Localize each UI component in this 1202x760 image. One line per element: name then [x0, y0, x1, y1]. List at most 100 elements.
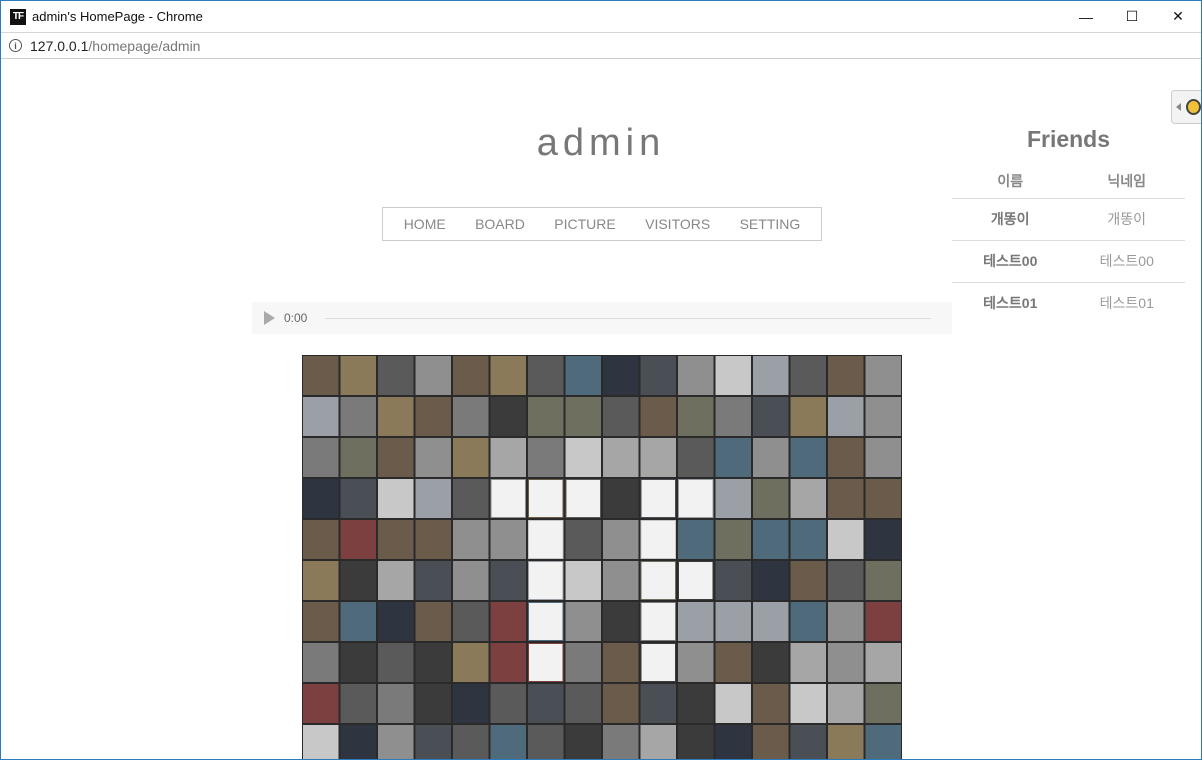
mosaic-tile [790, 397, 826, 436]
mosaic-tile [603, 643, 639, 682]
mosaic-tile [490, 643, 526, 682]
mosaic-tile [753, 684, 789, 723]
picture-mosaic [303, 356, 901, 759]
mosaic-tile [340, 643, 376, 682]
mosaic-tile [865, 356, 901, 395]
mosaic-tile [378, 725, 414, 759]
mosaic-tile [603, 725, 639, 759]
mosaic-tile [828, 684, 864, 723]
friend-row[interactable]: 테스트00 테스트00 [952, 240, 1185, 283]
mosaic-tile [790, 438, 826, 477]
mosaic-tile [715, 356, 751, 395]
mosaic-tile [340, 602, 376, 641]
mosaic-tile [640, 684, 676, 723]
friend-name[interactable]: 테스트01 [952, 282, 1069, 324]
mosaic-tile [490, 684, 526, 723]
main-picture [302, 355, 902, 759]
mosaic-tile [753, 725, 789, 759]
mosaic-tile [790, 684, 826, 723]
mosaic-tile [640, 397, 676, 436]
mosaic-tile [303, 602, 339, 641]
mosaic-tile [865, 520, 901, 559]
mosaic-tile [678, 725, 714, 759]
friend-row[interactable]: 테스트01 테스트01 [952, 282, 1185, 324]
nav-setting[interactable]: SETTING [740, 216, 801, 232]
play-icon[interactable] [264, 311, 275, 325]
friend-nickname: 테스트01 [1099, 295, 1154, 312]
mosaic-tile [303, 725, 339, 759]
friends-table: 이름 닉네임 개똥이 개똥이 테스트00 테스트00 테스트01 테스트01 [952, 164, 1185, 324]
nav-picture[interactable]: PICTURE [554, 216, 615, 232]
mosaic-tile [565, 602, 601, 641]
mosaic-tile [715, 643, 751, 682]
mosaic-tile [453, 438, 489, 477]
mosaic-tile [453, 397, 489, 436]
mosaic-tile [603, 397, 639, 436]
address-bar[interactable]: i 127.0.0.1/homepage/admin [1, 32, 1201, 59]
nav-visitors[interactable]: VISITORS [645, 216, 710, 232]
mosaic-tile [865, 561, 901, 600]
mosaic-tile [453, 479, 489, 518]
mosaic-tile [715, 684, 751, 723]
url-text[interactable]: 127.0.0.1/homepage/admin [30, 38, 200, 54]
extension-tab[interactable] [1171, 90, 1201, 124]
mosaic-tile [753, 520, 789, 559]
mosaic-tile [415, 561, 451, 600]
mosaic-tile [790, 643, 826, 682]
mosaic-tile [303, 397, 339, 436]
main-nav: HOME BOARD PICTURE VISITORS SETTING [382, 207, 822, 241]
mosaic-tile [415, 643, 451, 682]
mosaic-tile [378, 479, 414, 518]
mosaic-tile [565, 438, 601, 477]
audio-progress-track[interactable] [325, 317, 932, 319]
mosaic-tile [528, 725, 564, 759]
mosaic-tile [378, 397, 414, 436]
mosaic-tile [490, 438, 526, 477]
mosaic-tile [678, 520, 714, 559]
mosaic-tile [865, 684, 901, 723]
mosaic-tile [340, 561, 376, 600]
mosaic-tile [340, 520, 376, 559]
mosaic-highlight-tile [529, 603, 563, 640]
mosaic-tile [640, 438, 676, 477]
mosaic-tile [828, 438, 864, 477]
mosaic-highlight-tile [641, 521, 675, 558]
nav-home[interactable]: HOME [404, 216, 446, 232]
page-viewport: admin HOME BOARD PICTURE VISITORS SETTIN… [1, 60, 1201, 759]
mosaic-tile [303, 520, 339, 559]
mosaic-tile [640, 725, 676, 759]
maximize-button[interactable]: ☐ [1109, 1, 1155, 32]
mosaic-tile [528, 684, 564, 723]
mosaic-tile [828, 725, 864, 759]
mosaic-tile [678, 684, 714, 723]
mosaic-tile [490, 725, 526, 759]
mosaic-tile [490, 561, 526, 600]
mosaic-tile [565, 561, 601, 600]
window-title: admin's HomePage - Chrome [32, 9, 203, 24]
mosaic-tile [790, 561, 826, 600]
mosaic-tile [565, 643, 601, 682]
close-button[interactable]: ✕ [1155, 1, 1201, 32]
mosaic-tile [753, 356, 789, 395]
mosaic-tile [790, 602, 826, 641]
mosaic-tile [340, 684, 376, 723]
minimize-button[interactable]: — [1063, 1, 1109, 32]
mosaic-tile [753, 561, 789, 600]
mosaic-tile [453, 520, 489, 559]
friend-row[interactable]: 개똥이 개똥이 [952, 198, 1185, 241]
friend-nickname: 개똥이 [1068, 198, 1185, 241]
mosaic-tile [490, 356, 526, 395]
mosaic-tile [828, 520, 864, 559]
mosaic-tile [828, 356, 864, 395]
mosaic-highlight-tile [641, 562, 675, 599]
friend-name[interactable]: 테스트00 [952, 240, 1069, 283]
info-icon[interactable]: i [9, 39, 22, 52]
mosaic-tile [453, 356, 489, 395]
nav-board[interactable]: BOARD [475, 216, 525, 232]
mosaic-tile [603, 561, 639, 600]
mosaic-tile [678, 356, 714, 395]
mosaic-tile [415, 602, 451, 641]
mosaic-tile [415, 356, 451, 395]
friend-name[interactable]: 개똥이 [952, 198, 1069, 241]
mosaic-tile [378, 561, 414, 600]
